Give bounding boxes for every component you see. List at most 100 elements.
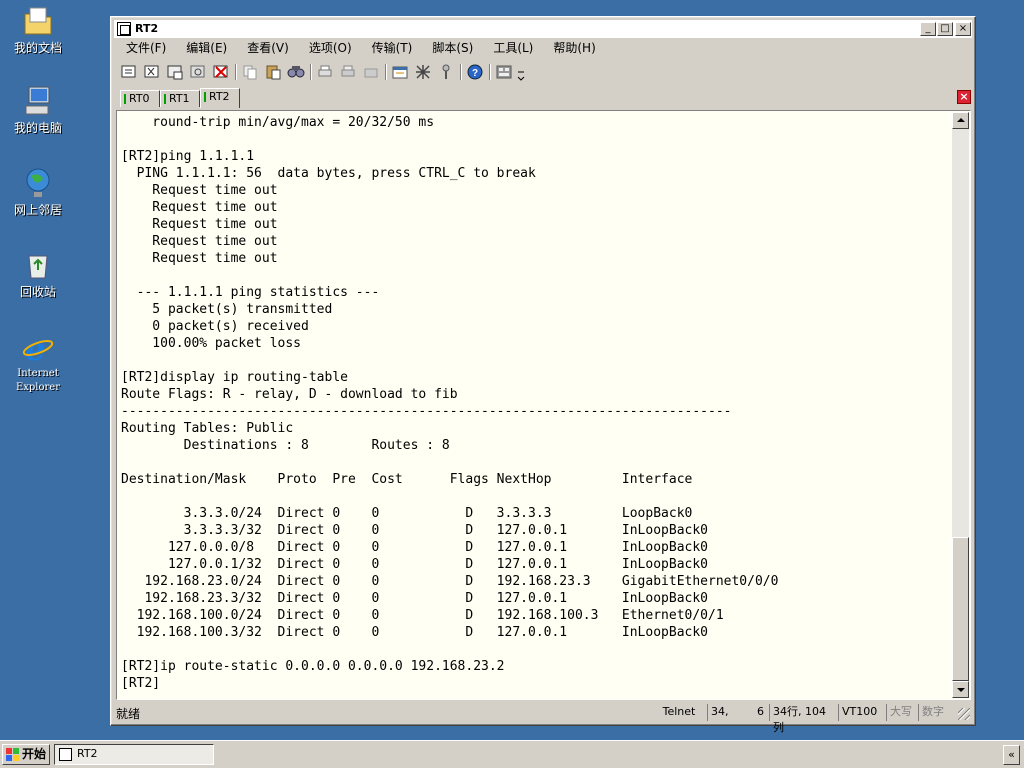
terminal-line: 192.168.23.0/24 Direct 0 0 D 192.168.23.… (121, 574, 779, 589)
title-bar[interactable]: RT2 _ □ × (114, 20, 972, 38)
close-button[interactable]: × (955, 22, 971, 36)
menu-help[interactable]: 帮助(H) (541, 39, 603, 56)
connect-icon[interactable] (120, 63, 138, 81)
desktop-icon-label: 回收站 (19, 285, 56, 299)
taskbar-item-rt2[interactable]: RT2 (54, 744, 214, 765)
terminal-line: [RT2] (121, 676, 161, 691)
terminal-line: Destinations : 8 Routes : 8 (121, 438, 450, 453)
toolbar-separator (489, 64, 491, 80)
copy-icon[interactable] (241, 63, 259, 81)
menu-options[interactable]: 选项(O) (297, 39, 360, 56)
scroll-down-button[interactable] (952, 681, 969, 698)
desktop-icon-network[interactable]: 网上邻居 (4, 166, 72, 217)
maximize-button[interactable]: □ (937, 22, 953, 36)
desktop-icon-label: 我的电脑 (13, 121, 62, 135)
menu-transfer[interactable]: 传输(T) (360, 39, 421, 56)
terminal-line: 5 packet(s) transmitted (121, 302, 333, 317)
reconnect-icon[interactable] (189, 63, 207, 81)
connect-tab-icon[interactable] (166, 63, 184, 81)
keypad-icon[interactable] (495, 63, 513, 81)
securecrt-window: RT2 _ □ × 文件(F) 编辑(E) 查看(V) 选项(O) 传输(T) 脚本(S)… (110, 16, 976, 734)
window-title: RT2 (135, 22, 159, 35)
taskbar: 开始 RT2 « (0, 740, 1024, 768)
terminal-line: 3.3.3.3/32 Direct 0 0 D 127.0.0.1 InLoop… (121, 523, 708, 538)
desktop-icon-label: 我的文档 (13, 41, 62, 55)
desktop-icon-label: Internet Explorer (15, 368, 61, 393)
terminal-text: round-trip min/avg/max = 20/32/50 ms [RT… (118, 112, 953, 692)
status-ready: 就绪 (116, 707, 141, 721)
tab-status-icon (204, 92, 206, 102)
resize-grip[interactable] (958, 708, 970, 720)
menu-edit[interactable]: 编辑(E) (174, 39, 235, 56)
print-setup-icon[interactable] (362, 63, 380, 81)
desktop-icon-label: 网上邻居 (13, 203, 62, 217)
recycle-bin-icon (21, 248, 55, 282)
desktop-icon-my-documents[interactable]: 我的文档 (4, 4, 72, 55)
session-tab-bar: RT0 RT1 RT2 × (114, 88, 972, 108)
paste-icon[interactable] (264, 63, 282, 81)
tab-label: RT2 (209, 90, 230, 103)
terminal-line: 3.3.3.0/24 Direct 0 0 D 3.3.3.3 LoopBack… (121, 506, 693, 521)
status-size: 34行, 104列 (769, 704, 837, 734)
folder-icon (21, 4, 55, 38)
terminal-line: ----------------------------------------… (121, 404, 732, 419)
disconnect-icon[interactable] (212, 63, 230, 81)
help-icon[interactable]: ? (466, 63, 484, 81)
close-tab-button[interactable]: × (957, 90, 971, 104)
desktop-icon-internet-explorer[interactable]: e Internet Explorer (4, 330, 72, 395)
terminal-line: Request time out (121, 200, 278, 215)
menu-bar: 文件(F) 编辑(E) 查看(V) 选项(O) 传输(T) 脚本(S) 工具(L) 帮助(H) (114, 39, 972, 58)
tab-rt1[interactable]: RT1 (160, 90, 200, 107)
terminal-line: [RT2]display ip routing-table (121, 370, 348, 385)
menu-tools[interactable]: 工具(L) (481, 39, 541, 56)
find-icon[interactable] (287, 63, 305, 81)
print-icon[interactable] (316, 63, 334, 81)
menu-view[interactable]: 查看(V) (235, 39, 297, 56)
scroll-thumb[interactable] (952, 537, 969, 681)
computer-icon (21, 84, 55, 118)
svg-text:?: ? (472, 68, 478, 79)
terminal-line: Request time out (121, 183, 278, 198)
status-num: 数字 (918, 704, 950, 721)
tab-label: RT1 (169, 92, 190, 105)
terminal-line: 0 packet(s) received (121, 319, 309, 334)
global-options-icon[interactable] (414, 63, 432, 81)
toolbar-overflow-icon[interactable] (516, 68, 526, 86)
status-cursor-col: 6 (757, 705, 764, 718)
menu-script[interactable]: 脚本(S) (420, 39, 481, 56)
terminal-line: Route Flags: R - relay, D - download to … (121, 387, 458, 402)
terminal-line: Routing Tables: Public (121, 421, 294, 436)
tab-rt0[interactable]: RT0 (120, 90, 160, 107)
terminal-line: [RT2]ping 1.1.1.1 (121, 149, 255, 164)
terminal-line: --- 1.1.1.1 ping statistics --- (121, 285, 380, 300)
print-selection-icon[interactable] (339, 63, 357, 81)
terminal-line: 100.00% packet loss (121, 336, 302, 351)
session-options-icon[interactable] (391, 63, 409, 81)
terminal-line: 127.0.0.0/8 Direct 0 0 D 127.0.0.1 InLoo… (121, 540, 708, 555)
quick-connect-icon[interactable] (143, 63, 161, 81)
windows-flag-icon (6, 748, 19, 761)
terminal-line: PING 1.1.1.1: 56 data bytes, press CTRL_… (121, 166, 536, 181)
minimize-button[interactable]: _ (920, 22, 936, 36)
tab-label: RT0 (129, 92, 150, 105)
vertical-scrollbar[interactable] (952, 112, 969, 698)
tab-status-icon (124, 94, 126, 104)
terminal-line: round-trip min/avg/max = 20/32/50 ms (121, 115, 435, 130)
toolbar-separator (460, 64, 462, 80)
tray-expand-button[interactable]: « (1003, 745, 1020, 765)
status-bar: 就绪 Telnet 34, 6 34行, 104列 VT100 大写 数字 (114, 703, 972, 734)
terminal-line: 192.168.100.3/32 Direct 0 0 D 127.0.0.1 … (121, 625, 708, 640)
key-map-icon[interactable] (437, 63, 455, 81)
menu-file[interactable]: 文件(F) (114, 39, 174, 56)
terminal-line: 192.168.100.0/24 Direct 0 0 D 192.168.10… (121, 608, 724, 623)
desktop-icon-recycle-bin[interactable]: 回收站 (4, 248, 72, 299)
desktop-icon-my-computer[interactable]: 我的电脑 (4, 84, 72, 135)
status-protocol: Telnet (662, 705, 696, 718)
terminal-output[interactable]: round-trip min/avg/max = 20/32/50 ms [RT… (118, 112, 953, 698)
start-button[interactable]: 开始 (2, 744, 50, 765)
terminal-line: Request time out (121, 217, 278, 232)
scroll-up-button[interactable] (952, 112, 969, 129)
terminal-frame: round-trip min/avg/max = 20/32/50 ms [RT… (116, 110, 971, 700)
tab-rt2[interactable]: RT2 (200, 88, 240, 108)
status-caps: 大写 (886, 704, 916, 721)
